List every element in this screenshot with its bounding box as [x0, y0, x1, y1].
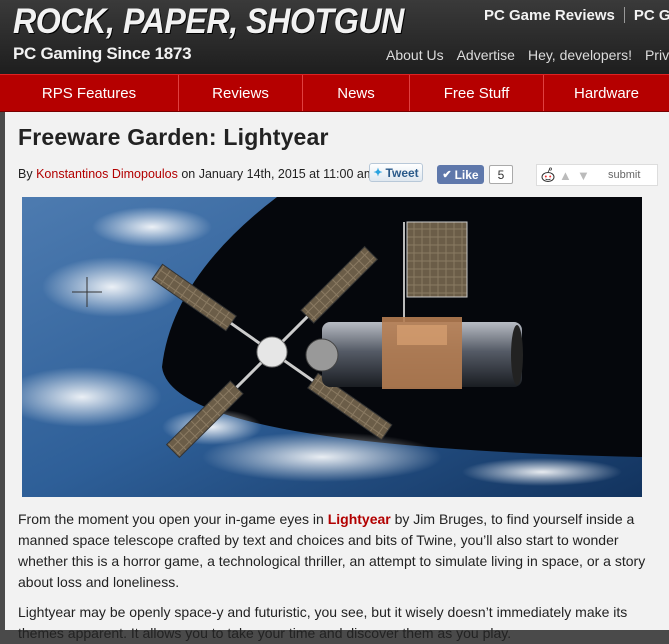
nav-item-reviews[interactable]: Reviews: [179, 75, 303, 111]
site-logo[interactable]: ROCK, PAPER, SHOTGUN: [13, 2, 404, 42]
tweet-label: Tweet: [385, 165, 419, 180]
article-paragraph-1: From the moment you open your in-game ey…: [18, 509, 654, 593]
thumbs-up-icon: ✔: [442, 169, 452, 181]
link-about-us[interactable]: About Us: [386, 47, 444, 63]
link-advertise[interactable]: Advertise: [457, 47, 515, 63]
like-label: Like: [454, 167, 479, 182]
twitter-bird-icon: ✦: [373, 167, 383, 179]
reddit-alien-icon: [541, 167, 555, 182]
downvote-arrow-icon[interactable]: ▼: [577, 168, 590, 183]
article-paragraph-2: Lightyear may be openly space-y and futu…: [18, 604, 628, 641]
tweet-button[interactable]: ✦ Tweet: [369, 163, 423, 182]
nav-item-hardware[interactable]: Hardware: [544, 75, 669, 111]
author-link[interactable]: Konstantinos Dimopoulos: [36, 167, 178, 181]
site-tagline: PC Gaming Since 1873: [13, 44, 192, 63]
nav-item-rps-features[interactable]: RPS Features: [0, 75, 179, 111]
game-link-lightyear[interactable]: Lightyear: [328, 511, 391, 527]
site-header: ROCK, PAPER, SHOTGUN PC Gaming Since 187…: [0, 0, 669, 74]
top-link-pc-game-reviews[interactable]: PC Game Reviews: [484, 7, 615, 24]
nav-item-free-stuff[interactable]: Free Stuff: [410, 75, 544, 111]
top-links: PC Game Reviews PC G: [484, 5, 669, 25]
link-hey-developers[interactable]: Hey, developers!: [528, 47, 632, 63]
top-link-divider: [623, 7, 625, 23]
link-privacy[interactable]: Priv: [645, 47, 669, 63]
hero-image: [22, 197, 642, 497]
byline-prefix: By: [18, 167, 33, 181]
sub-links: About Us Advertise Hey, developers! Priv: [386, 47, 669, 63]
byline-date: on January 14th, 2015 at 11:00 am.: [181, 167, 378, 181]
like-count: 5: [489, 165, 513, 184]
para1-text-before: From the moment you open your in-game ey…: [18, 511, 324, 527]
main-nav: RPS Features Reviews News Free Stuff Har…: [0, 74, 669, 112]
article-title[interactable]: Freeware Garden: Lightyear: [18, 124, 329, 151]
article-content: Freeware Garden: Lightyear By Konstantin…: [5, 112, 669, 641]
nav-item-news[interactable]: News: [303, 75, 410, 111]
article-byline: By Konstantinos Dimopoulos on January 14…: [18, 167, 378, 181]
top-link-pc-g[interactable]: PC G: [634, 7, 669, 24]
reddit-widget: ▲ ▼ submit: [536, 164, 658, 186]
facebook-like-button[interactable]: ✔ Like: [437, 165, 484, 184]
upvote-arrow-icon[interactable]: ▲: [559, 168, 572, 183]
reddit-submit-link[interactable]: submit: [608, 169, 640, 181]
